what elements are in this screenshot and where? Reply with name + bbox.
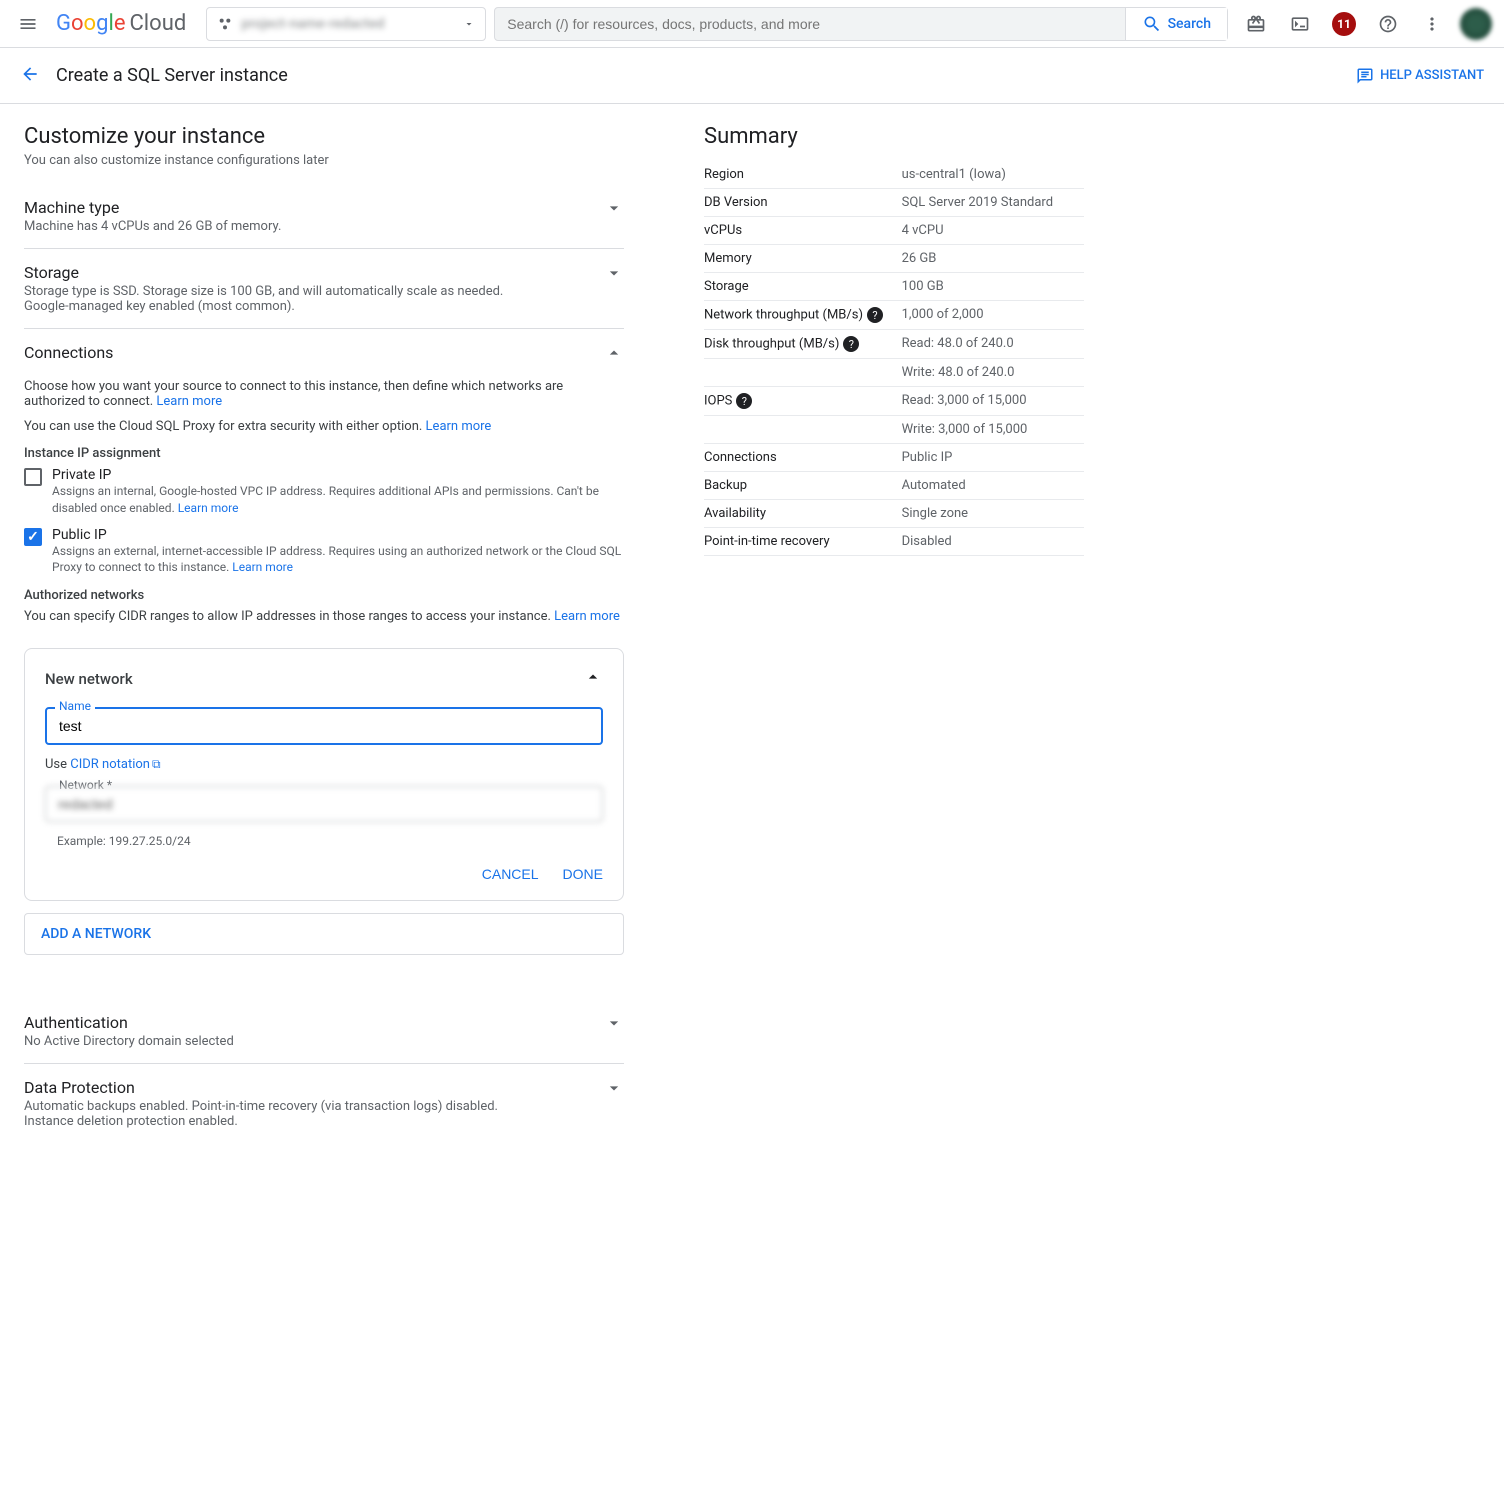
private-ip-checkbox[interactable]	[24, 468, 42, 486]
cancel-button[interactable]: CANCEL	[482, 866, 539, 882]
page-title: Create a SQL Server instance	[56, 65, 288, 86]
help-icon[interactable]	[1368, 4, 1408, 44]
external-link-icon: ⧉	[152, 757, 161, 771]
summary-row: AvailabilitySingle zone	[704, 500, 1084, 528]
connections-toggle[interactable]: Connections	[24, 343, 624, 367]
learn-more-link[interactable]: Learn more	[426, 419, 492, 434]
summary-row: Disk throughput (MB/s)?Read: 48.0 of 240…	[704, 330, 1084, 359]
learn-more-link[interactable]: Learn more	[554, 609, 620, 624]
network-name-input[interactable]	[45, 707, 603, 745]
search-button[interactable]: Search	[1125, 8, 1227, 40]
menu-icon[interactable]	[8, 4, 48, 44]
help-icon[interactable]: ?	[736, 393, 752, 409]
more-icon[interactable]	[1412, 4, 1452, 44]
storage-section: Storage Storage type is SSD. Storage siz…	[24, 249, 624, 329]
authorized-networks-label: Authorized networks	[24, 588, 624, 603]
notifications-icon[interactable]: 11	[1324, 4, 1364, 44]
learn-more-link[interactable]: Learn more	[232, 560, 293, 574]
chevron-down-icon	[604, 263, 624, 287]
search-icon	[1142, 14, 1162, 34]
help-icon[interactable]: ?	[867, 307, 883, 323]
summary-row: Regionus-central1 (Iowa)	[704, 161, 1084, 189]
help-assistant-button[interactable]: HELP ASSISTANT	[1356, 67, 1484, 85]
cloud-shell-icon[interactable]	[1280, 4, 1320, 44]
machine-type-toggle[interactable]: Machine type Machine has 4 vCPUs and 26 …	[24, 198, 624, 234]
summary-table: Regionus-central1 (Iowa)DB VersionSQL Se…	[704, 161, 1084, 556]
summary-row: Memory26 GB	[704, 245, 1084, 273]
new-network-card: New network Name Use CIDR notation⧉ Netw…	[24, 648, 624, 901]
account-avatar[interactable]	[1456, 4, 1496, 44]
summary-row: Point-in-time recoveryDisabled	[704, 528, 1084, 556]
summary-row: IOPS?Read: 3,000 of 15,000	[704, 387, 1084, 416]
chevron-down-icon	[604, 1078, 624, 1102]
customize-header: Customize your instance	[24, 124, 624, 149]
gift-icon[interactable]	[1236, 4, 1276, 44]
chat-icon	[1356, 67, 1374, 85]
ip-assignment-label: Instance IP assignment	[24, 446, 624, 461]
add-network-button[interactable]: ADD A NETWORK	[24, 913, 624, 955]
authentication-section: Authentication No Active Directory domai…	[24, 999, 624, 1064]
new-network-title: New network	[45, 670, 133, 688]
title-bar: Create a SQL Server instance HELP ASSIST…	[0, 48, 1504, 104]
summary-title: Summary	[704, 124, 1084, 149]
summary-row: DB VersionSQL Server 2019 Standard	[704, 189, 1084, 217]
back-arrow-icon[interactable]	[20, 64, 40, 88]
summary-row: Write: 3,000 of 15,000	[704, 416, 1084, 444]
dropdown-icon	[463, 18, 475, 30]
data-protection-section: Data Protection Automatic backups enable…	[24, 1064, 624, 1143]
network-example-hint: Example: 199.27.25.0/24	[57, 834, 603, 848]
summary-row: Storage100 GB	[704, 273, 1084, 301]
summary-row: vCPUs4 vCPU	[704, 217, 1084, 245]
learn-more-link[interactable]: Learn more	[156, 394, 222, 409]
storage-toggle[interactable]: Storage Storage type is SSD. Storage siz…	[24, 263, 624, 314]
cidr-notation-link[interactable]: CIDR notation⧉	[70, 757, 160, 772]
chevron-down-icon	[604, 198, 624, 222]
top-bar: Google Cloud project-name-redacted Searc…	[0, 0, 1504, 48]
data-protection-toggle[interactable]: Data Protection Automatic backups enable…	[24, 1078, 624, 1129]
summary-row: BackupAutomated	[704, 472, 1084, 500]
search-input[interactable]	[495, 16, 1124, 32]
network-cidr-input[interactable]	[45, 786, 603, 822]
project-picker[interactable]: project-name-redacted	[206, 7, 486, 41]
done-button[interactable]: DONE	[563, 866, 603, 882]
summary-row: Network throughput (MB/s)?1,000 of 2,000	[704, 301, 1084, 330]
connections-section: Connections Choose how you want your sou…	[24, 329, 624, 969]
search-box: Search	[494, 7, 1228, 41]
summary-row: ConnectionsPublic IP	[704, 444, 1084, 472]
chevron-up-icon[interactable]	[583, 667, 603, 691]
public-ip-checkbox[interactable]	[24, 528, 42, 546]
learn-more-link[interactable]: Learn more	[178, 501, 239, 515]
chevron-down-icon	[604, 1013, 624, 1037]
customize-sub: You can also customize instance configur…	[24, 153, 624, 168]
chevron-up-icon	[604, 343, 624, 367]
summary-row: Write: 48.0 of 240.0	[704, 359, 1084, 387]
machine-type-section: Machine type Machine has 4 vCPUs and 26 …	[24, 184, 624, 249]
help-icon[interactable]: ?	[843, 336, 859, 352]
authentication-toggle[interactable]: Authentication No Active Directory domai…	[24, 1013, 624, 1049]
google-cloud-logo[interactable]: Google Cloud	[56, 11, 186, 36]
